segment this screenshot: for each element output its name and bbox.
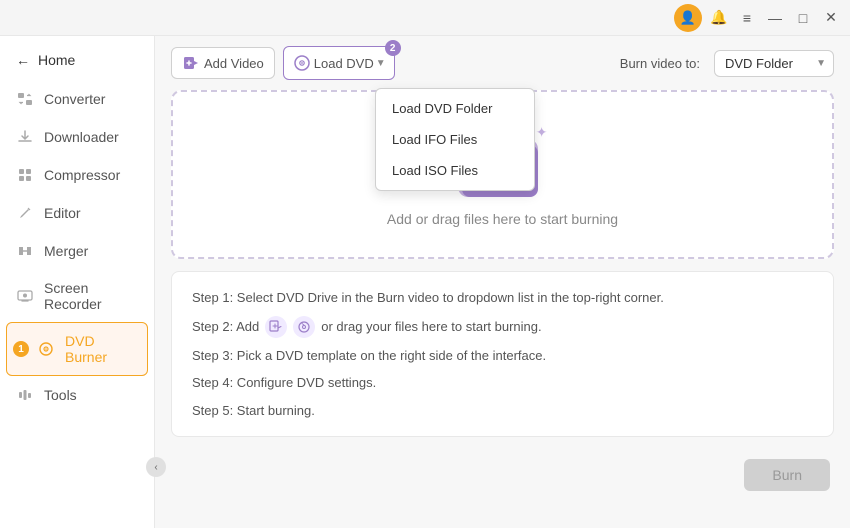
compressor-icon xyxy=(16,166,34,184)
load-dvd-label: Load DVD xyxy=(314,56,374,71)
step-2: Step 2: Add or d xyxy=(192,316,813,338)
sparkle-tr-icon: ✦ xyxy=(536,124,548,141)
dropdown-arrow-icon: ▼ xyxy=(376,58,386,69)
content-area: Add Video Load DVD ▼ 2 Burn video to: xyxy=(155,36,850,528)
sidebar-item-converter[interactable]: Converter xyxy=(0,80,154,118)
converter-label: Converter xyxy=(44,91,105,107)
step-2-suffix: or drag your files here to start burning… xyxy=(321,317,541,337)
dropdown-item-ifo-files[interactable]: Load IFO Files xyxy=(376,124,534,155)
dvd-burner-badge: 1 xyxy=(13,341,29,357)
bell-icon[interactable]: 🔔 xyxy=(708,7,730,29)
menu-icon[interactable]: ≡ xyxy=(736,7,758,29)
sidebar-item-tools[interactable]: Tools xyxy=(0,376,154,414)
load-dvd-wrapper: Load DVD ▼ 2 xyxy=(283,46,395,80)
screen-recorder-icon xyxy=(16,287,34,305)
burn-button[interactable]: Burn xyxy=(744,459,830,491)
title-bar: 👤 🔔 ≡ — □ ✕ xyxy=(0,0,850,36)
load-dvd-button[interactable]: Load DVD ▼ xyxy=(283,46,395,80)
step2-add-file-icon xyxy=(265,316,287,338)
collapse-sidebar-button[interactable]: ‹ xyxy=(146,457,166,477)
step-1-text: Step 1: Select DVD Drive in the Burn vid… xyxy=(192,288,664,308)
dropdown-item-iso-files[interactable]: Load ISO Files xyxy=(376,155,534,186)
burn-button-area: Burn xyxy=(155,449,850,501)
dropdown-item-dvd-folder[interactable]: Load DVD Folder xyxy=(376,93,534,124)
home-label: Home xyxy=(38,52,75,68)
main-layout: ← Home Converter Downloader xyxy=(0,36,850,528)
close-button[interactable]: ✕ xyxy=(820,7,842,29)
merger-label: Merger xyxy=(44,243,88,259)
editor-label: Editor xyxy=(44,205,81,221)
merger-icon xyxy=(16,242,34,260)
back-home-button[interactable]: ← Home xyxy=(0,44,154,80)
downloader-icon xyxy=(16,128,34,146)
toolbar: Add Video Load DVD ▼ 2 Burn video to: xyxy=(155,36,850,90)
sidebar: ← Home Converter Downloader xyxy=(0,36,155,528)
burn-video-select-wrapper: DVD Folder DVD Disc ISO File ▼ xyxy=(714,50,834,77)
tools-icon xyxy=(16,386,34,404)
step2-dvd-icon xyxy=(293,316,315,338)
step-3: Step 3: Pick a DVD template on the right… xyxy=(192,346,813,366)
step-2-prefix: Step 2: Add xyxy=(192,317,259,337)
step-5-text: Step 5: Start burning. xyxy=(192,401,315,421)
add-video-button[interactable]: Add Video xyxy=(171,47,275,79)
editor-icon xyxy=(16,204,34,222)
tools-label: Tools xyxy=(44,387,77,403)
sidebar-item-editor[interactable]: Editor xyxy=(0,194,154,232)
minimize-button[interactable]: — xyxy=(764,7,786,29)
step-3-text: Step 3: Pick a DVD template on the right… xyxy=(192,346,546,366)
converter-icon xyxy=(16,90,34,108)
step-4-text: Step 4: Configure DVD settings. xyxy=(192,373,376,393)
dvd-burner-label: DVD Burner xyxy=(65,333,131,365)
dvd-badge: 2 xyxy=(385,40,401,56)
burn-video-select[interactable]: DVD Folder DVD Disc ISO File xyxy=(714,50,834,77)
step-5: Step 5: Start burning. xyxy=(192,401,813,421)
compressor-label: Compressor xyxy=(44,167,120,183)
back-arrow-icon: ← xyxy=(16,52,30,68)
sidebar-item-screen-recorder[interactable]: Screen Recorder xyxy=(0,270,154,322)
burn-video-label: Burn video to: xyxy=(620,56,700,71)
maximize-button[interactable]: □ xyxy=(792,7,814,29)
step-1: Step 1: Select DVD Drive in the Burn vid… xyxy=(192,288,813,308)
step-4: Step 4: Configure DVD settings. xyxy=(192,373,813,393)
downloader-label: Downloader xyxy=(44,129,119,145)
drop-zone-text: Add or drag files here to start burning xyxy=(387,211,618,227)
sidebar-item-merger[interactable]: Merger xyxy=(0,232,154,270)
load-dvd-dropdown: Load DVD Folder Load IFO Files Load ISO … xyxy=(375,88,535,191)
add-video-icon xyxy=(182,54,200,72)
load-dvd-icon xyxy=(292,53,312,73)
sidebar-item-dvd-burner[interactable]: 1 DVD Burner xyxy=(6,322,148,376)
profile-icon[interactable]: 👤 xyxy=(674,4,702,32)
dvd-burner-icon xyxy=(37,340,55,358)
sidebar-item-compressor[interactable]: Compressor xyxy=(0,156,154,194)
sidebar-item-downloader[interactable]: Downloader xyxy=(0,118,154,156)
screen-recorder-label: Screen Recorder xyxy=(44,280,138,312)
add-video-label: Add Video xyxy=(204,56,264,71)
steps-area: Step 1: Select DVD Drive in the Burn vid… xyxy=(171,271,834,437)
